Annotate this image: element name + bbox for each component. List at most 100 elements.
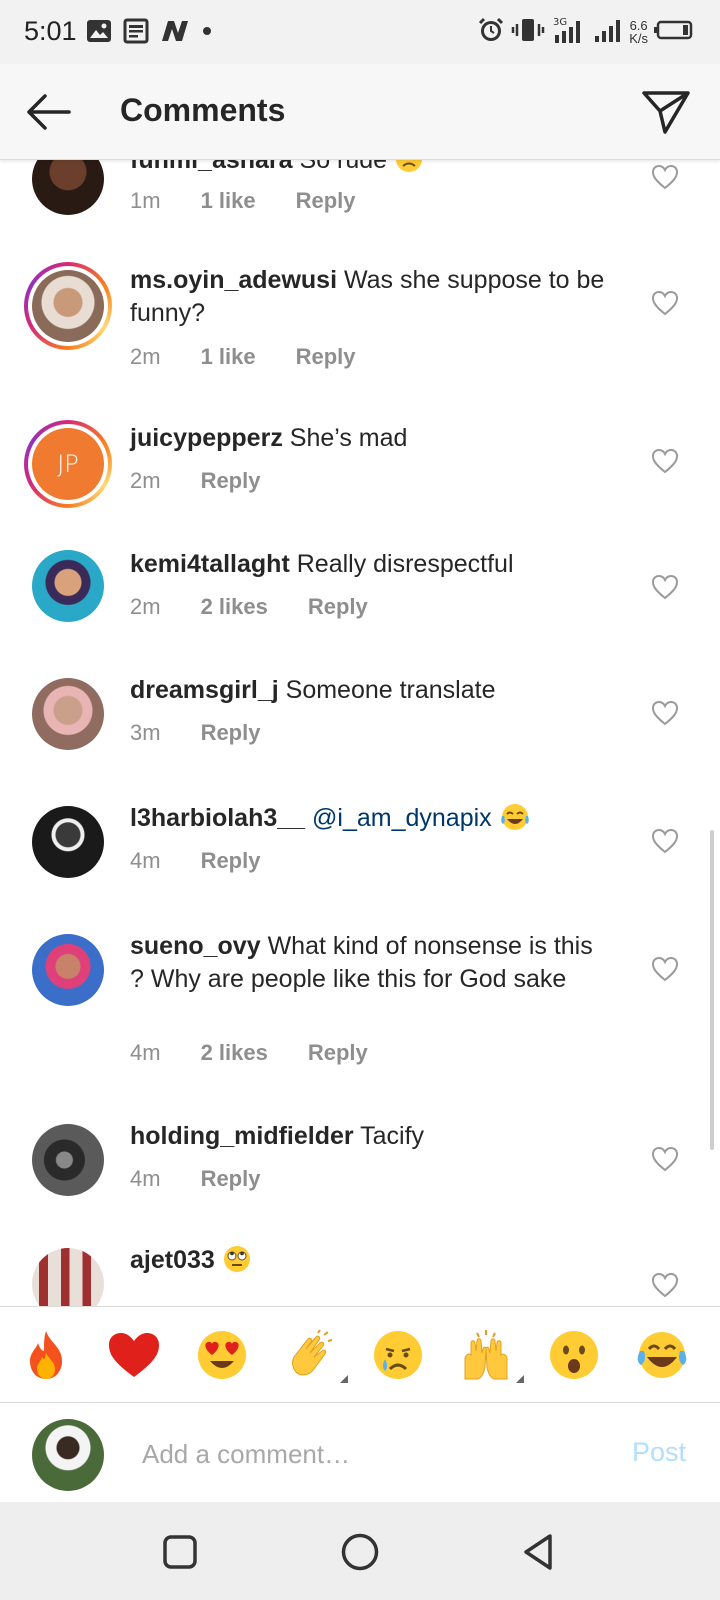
heart-eyes-emoji-button[interactable] — [194, 1327, 250, 1383]
comment-username[interactable]: funmi_ashara — [130, 160, 293, 174]
signal-3g-icon: 3G — [551, 15, 587, 50]
post-button[interactable]: Post — [632, 1437, 686, 1468]
comment-username[interactable]: dreamsgirl_j — [130, 676, 279, 704]
clapping-hands-emoji-button[interactable] — [282, 1327, 348, 1383]
status-time: 5:01 — [24, 16, 77, 46]
heart-eyes-emoji-icon — [198, 1331, 246, 1379]
alarm-icon — [477, 16, 505, 49]
like-heart-icon[interactable] — [651, 164, 679, 190]
like-heart-icon[interactable] — [651, 956, 679, 982]
comment-mention[interactable]: @i_am_dynapix — [312, 804, 492, 832]
back-triangle-icon — [524, 1534, 552, 1570]
avatar[interactable] — [32, 1124, 104, 1196]
fire-emoji-icon — [30, 1331, 62, 1379]
comment-username[interactable]: sueno_ovy — [130, 932, 261, 960]
comment-meta: 1m 1 like Reply — [130, 188, 396, 214]
back-arrow-icon — [27, 94, 71, 130]
comment-username[interactable]: juicypepperz — [130, 424, 283, 452]
reply-button[interactable]: Reply — [201, 848, 261, 874]
scrollbar-thumb[interactable] — [710, 830, 714, 1150]
status-bar: 5:01 3G 6.6 K/s — [0, 0, 720, 64]
comment-text: ms.oyin_adewusi Was she suppose to be fu… — [130, 264, 610, 330]
avatar[interactable] — [32, 678, 104, 750]
news-icon — [122, 18, 150, 49]
comment-body: So rude — [299, 160, 388, 174]
comment-username[interactable]: ms.oyin_adewusi — [130, 266, 337, 294]
reply-button[interactable]: Reply — [308, 594, 368, 620]
comment-input-bar: Post — [0, 1402, 720, 1502]
signal-icon — [593, 16, 623, 49]
direct-send-button[interactable] — [638, 84, 694, 140]
comment-likes[interactable]: 1 like — [201, 188, 256, 214]
svg-text:3G: 3G — [553, 17, 567, 28]
comment-time: 1m — [130, 188, 161, 213]
comment-list[interactable]: funmi_ashara So rude 1m 1 like Reply ms.… — [0, 160, 720, 1306]
like-heart-icon[interactable] — [651, 448, 679, 474]
reply-button[interactable]: Reply — [296, 344, 356, 370]
story-ring[interactable]: JP — [24, 420, 112, 508]
comment-meta: 4m 2 likes Reply — [130, 1040, 408, 1066]
avatar[interactable] — [32, 806, 104, 878]
home-circle-icon — [341, 1533, 379, 1571]
comment-text: juicypepperz She’s mad — [130, 422, 610, 455]
like-heart-icon[interactable] — [651, 574, 679, 600]
system-nav-bar — [0, 1502, 720, 1600]
comment-username[interactable]: kemi4tallaght — [130, 550, 290, 578]
red-heart-emoji-icon — [109, 1333, 159, 1377]
back-nav-button[interactable] — [514, 1528, 562, 1576]
recents-square-icon — [163, 1535, 197, 1569]
crying-emoji-button[interactable] — [370, 1327, 426, 1383]
comment-text: kemi4tallaght Really disrespectful — [130, 548, 610, 581]
recents-button[interactable] — [156, 1528, 204, 1576]
story-ring[interactable] — [24, 262, 112, 350]
comment-text: ajet033 — [130, 1244, 610, 1277]
reply-button[interactable]: Reply — [201, 720, 261, 746]
raising-hands-emoji-button[interactable] — [458, 1327, 524, 1383]
comment-input[interactable] — [142, 1431, 582, 1477]
like-heart-icon[interactable] — [651, 1146, 679, 1172]
status-right-icons: 3G 6.6 K/s — [477, 16, 694, 48]
avatar[interactable] — [32, 934, 104, 1006]
home-button[interactable] — [336, 1528, 384, 1576]
reply-button[interactable]: Reply — [308, 1040, 368, 1066]
comment-time: 4m — [130, 1166, 161, 1191]
avatar[interactable] — [32, 1248, 104, 1306]
comment-meta: 2m 2 likes Reply — [130, 594, 408, 620]
fire-emoji-button[interactable] — [18, 1327, 74, 1383]
speed-unit: K/s — [629, 31, 648, 46]
comment-body: Someone translate — [285, 676, 496, 704]
reply-button[interactable]: Reply — [296, 188, 356, 214]
comment-time: 2m — [130, 594, 161, 619]
comment-text: holding_midfielder Tacify — [130, 1120, 610, 1153]
battery-icon — [654, 19, 694, 46]
comment-username[interactable]: ajet033 — [130, 1246, 215, 1274]
comment-likes[interactable]: 2 likes — [201, 1040, 268, 1066]
like-heart-icon[interactable] — [651, 700, 679, 726]
red-heart-emoji-button[interactable] — [106, 1327, 162, 1383]
reply-button[interactable]: Reply — [201, 468, 261, 494]
comment-likes[interactable]: 2 likes — [201, 594, 268, 620]
comment-meta: 4m Reply — [130, 1166, 300, 1192]
comment-username[interactable]: holding_midfielder — [130, 1122, 354, 1150]
avatar[interactable] — [32, 550, 104, 622]
astonished-emoji-button[interactable] — [546, 1327, 602, 1383]
comment-username[interactable]: l3harbiolah3__ — [130, 804, 305, 832]
emoji-quick-bar — [0, 1306, 720, 1402]
avatar-initials: JP — [57, 450, 79, 478]
comment-body: Really disrespectful — [296, 550, 514, 578]
comment-likes[interactable]: 1 like — [201, 344, 256, 370]
reply-button[interactable]: Reply — [201, 1166, 261, 1192]
tears-of-joy-emoji-icon — [637, 1332, 687, 1378]
more-variants-indicator — [340, 1375, 348, 1383]
like-heart-icon[interactable] — [651, 828, 679, 854]
tears-of-joy-emoji-button[interactable] — [634, 1327, 690, 1383]
network-speed: 6.6 K/s — [629, 19, 648, 45]
like-heart-icon[interactable] — [651, 290, 679, 316]
n-app-icon — [160, 19, 190, 48]
back-button[interactable] — [20, 86, 76, 138]
comment-body: Tacify — [360, 1122, 425, 1150]
comment-meta: 3m Reply — [130, 720, 300, 746]
astonished-emoji-icon — [550, 1331, 598, 1379]
avatar[interactable] — [32, 160, 104, 215]
like-heart-icon[interactable] — [651, 1272, 679, 1298]
